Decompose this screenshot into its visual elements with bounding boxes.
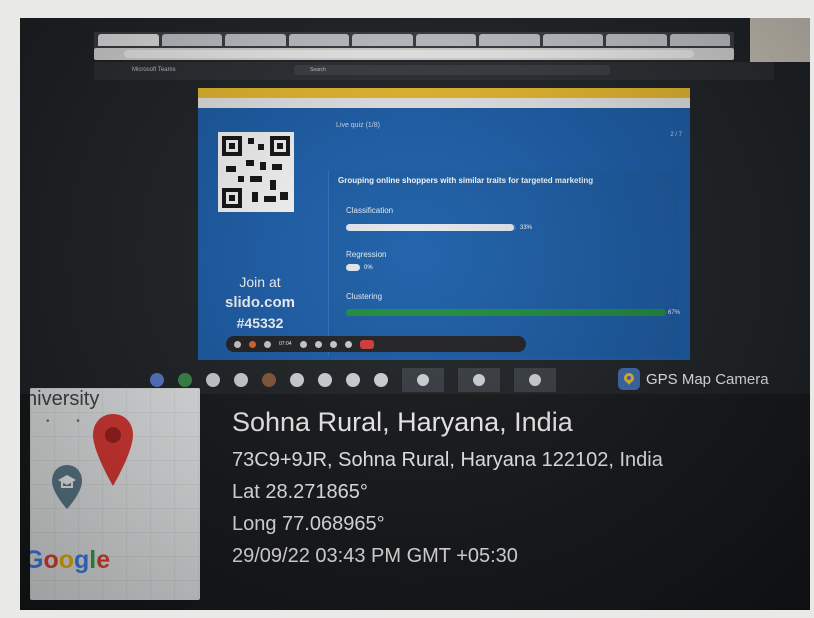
google-letter: g: [74, 546, 90, 574]
browser-tab[interactable]: [669, 34, 730, 46]
poll-option-bar: [346, 224, 516, 231]
qr-code-icon: [222, 136, 290, 208]
avatar: [417, 374, 429, 386]
leave-call-button[interactable]: [359, 339, 374, 349]
browser-tab[interactable]: [161, 34, 222, 46]
poll-option-fill: [346, 224, 515, 231]
poll-question: Grouping online shoppers with similar tr…: [338, 176, 594, 185]
gps-map-camera-badge: GPS Map Camera: [618, 364, 798, 394]
join-site: slido.com: [224, 294, 295, 311]
avatar: [529, 374, 541, 386]
slido-browser-tabs: [198, 88, 690, 98]
latitude: Lat 28.271865°: [232, 481, 368, 503]
chrome-icon[interactable]: [178, 373, 192, 387]
browser-tab-strip: [94, 32, 734, 48]
browser-tab[interactable]: [288, 34, 349, 46]
poll-header: Live quiz (1/8): [336, 122, 380, 129]
qr-code[interactable]: [218, 132, 294, 212]
teams-header: Microsoft Teams Search: [94, 62, 774, 80]
google-letter: o: [43, 546, 59, 574]
poll-option-percent: 33%: [520, 225, 533, 231]
teams-app-title: Microsoft Teams: [132, 67, 176, 73]
avatar[interactable]: [249, 340, 256, 348]
google-letter: e: [96, 546, 111, 574]
app-icon[interactable]: [290, 373, 304, 387]
avatar: [473, 374, 485, 386]
teams-search-input[interactable]: Search: [294, 65, 610, 75]
slido-address-bar[interactable]: [198, 98, 690, 108]
poll-panel: [328, 170, 679, 356]
app-icon[interactable]: [374, 373, 388, 387]
sticky-note: [750, 18, 810, 62]
share-icon[interactable]: [314, 340, 322, 348]
app-icon[interactable]: [234, 373, 248, 387]
browser-tab[interactable]: [415, 34, 476, 46]
poll-option-label: Classification: [346, 206, 394, 215]
meeting-timer: 07:04: [279, 341, 292, 347]
join-at-label: Join at: [239, 274, 281, 290]
address-bar[interactable]: [94, 48, 734, 60]
poll-option-fill: [346, 264, 360, 271]
browser-tab[interactable]: [98, 34, 159, 46]
mic-icon[interactable]: [234, 340, 241, 348]
education-pin-icon: [52, 465, 82, 509]
app-icon[interactable]: [206, 373, 220, 387]
shared-slido-window: Join at slido.com #45332 Live quiz (1/8)…: [198, 88, 690, 360]
app-icon[interactable]: [262, 373, 276, 387]
location-address: 73C9+9JR, Sohna Rural, Haryana 122102, I…: [232, 449, 663, 471]
reaction-icon[interactable]: [344, 340, 352, 348]
location-pin-icon: [93, 414, 133, 486]
camera-icon[interactable]: [299, 340, 307, 348]
poll-option-label: Regression: [346, 250, 387, 259]
meeting-toolbar: 07:04: [226, 336, 526, 352]
app-icon[interactable]: [346, 373, 360, 387]
participant-tile[interactable]: [514, 368, 556, 392]
gps-app-label: GPS Map Camera: [646, 370, 769, 388]
browser-tab[interactable]: [542, 34, 603, 46]
poll-option-percent: 67%: [668, 310, 681, 316]
map-thumbnail: niversity • • Google: [30, 388, 200, 600]
photo-frame: Microsoft Teams Search Join at slido.com…: [20, 18, 810, 610]
browser-tab[interactable]: [479, 34, 540, 46]
app-icon[interactable]: [150, 373, 164, 387]
map-place-label: niversity: [30, 388, 100, 410]
google-letter: G: [30, 546, 44, 574]
poll-option-bar: [346, 264, 360, 271]
google-letter: o: [58, 546, 75, 574]
poll-option-percent: 0%: [364, 265, 373, 271]
map-dots: • •: [46, 416, 92, 427]
app-icon[interactable]: [318, 373, 332, 387]
url-field[interactable]: [124, 50, 694, 58]
poll-option-fill: [346, 309, 666, 316]
participant-tile[interactable]: [402, 368, 444, 392]
location-details: Sohna Rural, Haryana, India 73C9+9JR, So…: [232, 406, 663, 568]
poll-option-bar: [346, 309, 666, 316]
slido-join-info: Join at slido.com #45332: [212, 274, 308, 331]
join-code: #45332: [236, 315, 284, 331]
timestamp: 29/09/22 03:43 PM GMT +05:30: [232, 545, 518, 567]
more-icon[interactable]: [329, 340, 337, 348]
poll-progress: 2 / 7: [670, 132, 682, 138]
longitude: Long 77.068965°: [232, 513, 385, 535]
browser-tab[interactable]: [225, 34, 286, 46]
taskbar: [150, 366, 680, 394]
poll-option-label: Clustering: [346, 292, 383, 301]
location-title: Sohna Rural, Haryana, India: [232, 407, 573, 437]
participant-tile[interactable]: [458, 368, 500, 392]
browser-tab[interactable]: [352, 34, 413, 46]
google-logo: Google: [30, 546, 110, 575]
browser-tab[interactable]: [606, 34, 667, 46]
gps-camera-logo-icon: [618, 368, 640, 390]
hand-icon[interactable]: [264, 340, 271, 348]
